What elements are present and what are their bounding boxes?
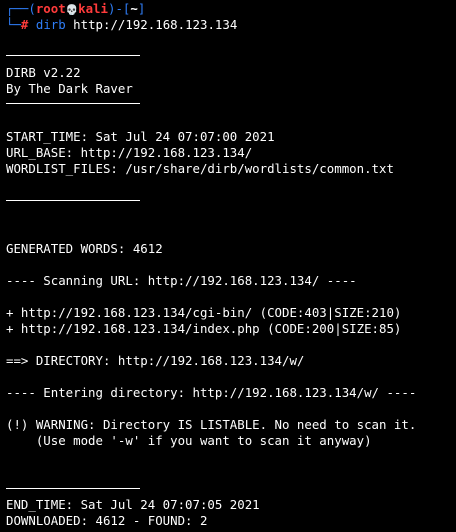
banner-version: DIRB v2.22	[6, 65, 81, 80]
generated-words: GENERATED WORDS: 4612	[6, 241, 163, 256]
downloaded-summary: DOWNLOADED: 4612 - FOUND: 2	[6, 513, 208, 528]
directory-found: ==> DIRECTORY: http://192.168.123.134/w/	[6, 353, 305, 368]
prompt-cwd: ~	[130, 1, 138, 16]
prompt-hash: #	[20, 17, 29, 32]
wordlist-files: WORDLIST_FILES: /usr/share/dirb/wordlist…	[6, 161, 394, 176]
scanning-url: ---- Scanning URL: http://192.168.123.13…	[6, 273, 357, 288]
prompt-cwd-close: ]	[137, 1, 146, 16]
start-time: START_TIME: Sat Jul 24 07:07:00 2021	[6, 129, 275, 144]
prompt-line: ┌──(root💀kali)-[~]	[6, 1, 145, 17]
entering-directory: ---- Entering directory: http://192.168.…	[6, 385, 417, 400]
separator	[6, 488, 140, 489]
separator	[6, 200, 140, 201]
prompt-host: kali	[78, 1, 108, 16]
result-line: + http://192.168.123.134/cgi-bin/ (CODE:…	[6, 305, 402, 320]
prompt-cwd-open: )-[	[107, 1, 131, 16]
command-name: dirb	[35, 17, 66, 32]
command-line: └─# dirb http://192.168.123.134	[6, 17, 237, 33]
command-argument: http://192.168.123.134	[73, 17, 238, 32]
terminal-window[interactable]: ┌──(root💀kali)-[~] └─# dirb http://192.1…	[0, 0, 456, 532]
separator	[6, 103, 140, 104]
end-time: END_TIME: Sat Jul 24 07:07:05 2021	[6, 497, 260, 512]
warning-hint: (Use mode '-w' if you want to scan it an…	[6, 433, 372, 448]
prompt-box-bottom: └─	[6, 17, 21, 32]
result-line: + http://192.168.123.134/index.php (CODE…	[6, 321, 402, 336]
prompt-user: root	[35, 1, 66, 16]
warning-line: (!) WARNING: Directory IS LISTABLE. No n…	[6, 417, 417, 432]
separator	[6, 55, 140, 56]
url-base: URL_BASE: http://192.168.123.134/	[6, 145, 253, 160]
prompt-box-corner: ┌──(	[6, 1, 36, 16]
banner-author: By The Dark Raver	[6, 81, 133, 96]
